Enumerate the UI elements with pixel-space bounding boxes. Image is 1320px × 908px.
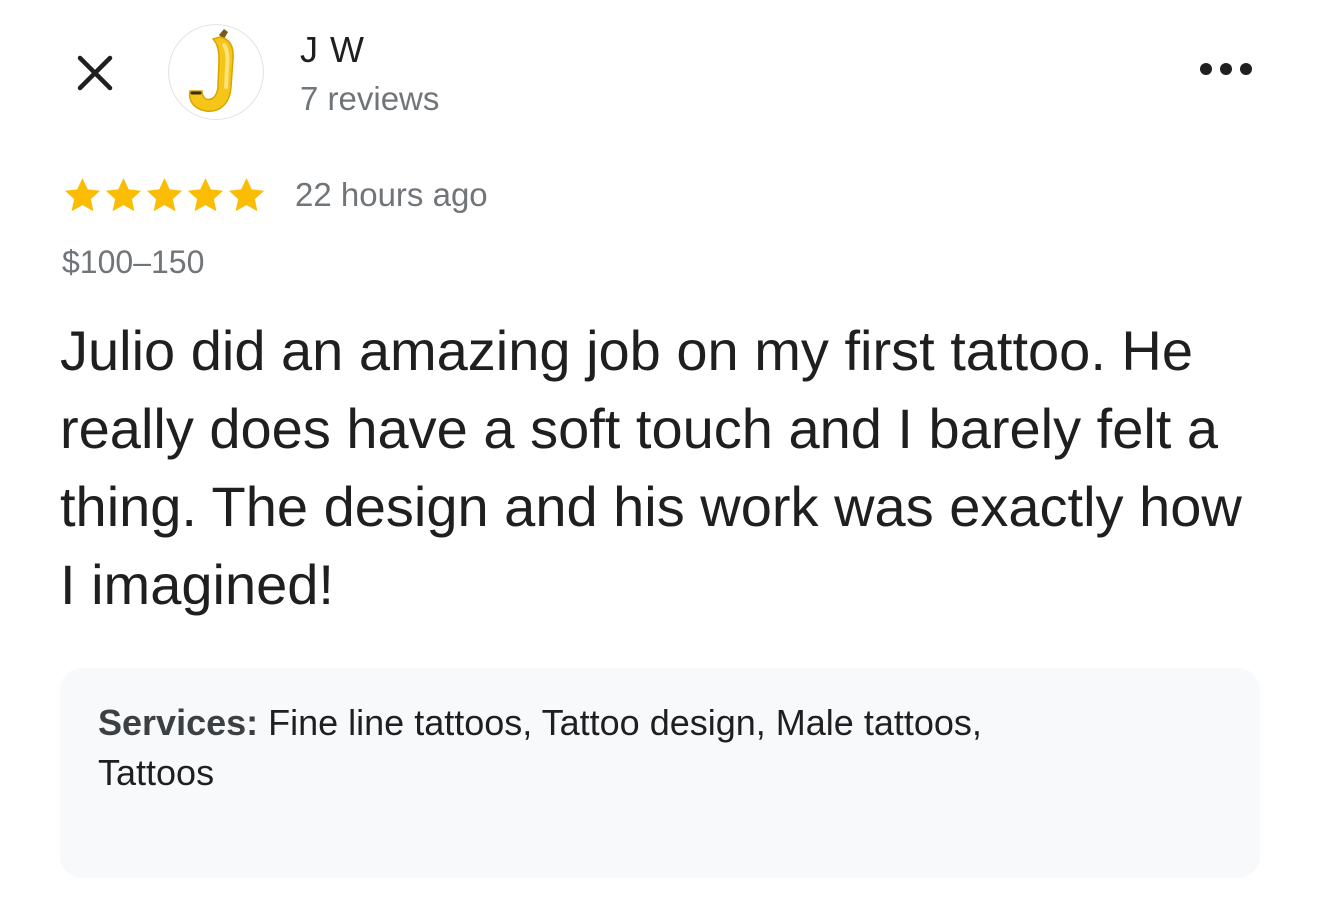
star-rating <box>62 175 267 216</box>
more-horizontal-icon <box>1199 62 1253 81</box>
banana-letter-j-avatar-icon <box>188 29 234 112</box>
services-box: Services: Fine line tattoos, Tattoo desi… <box>60 668 1260 878</box>
price-range: $100–150 <box>62 244 205 280</box>
star-icon <box>146 177 183 211</box>
services-label: Services: <box>98 702 259 743</box>
review-time: 22 hours ago <box>295 176 488 213</box>
avatar[interactable] <box>168 24 264 120</box>
star-icon <box>228 177 265 211</box>
close-button[interactable] <box>70 50 120 100</box>
services-text: Services: Fine line tattoos, Tattoo desi… <box>98 698 1028 798</box>
star-icon <box>187 177 224 211</box>
close-icon <box>74 52 116 99</box>
star-icon <box>105 177 142 211</box>
star-icon <box>64 177 101 211</box>
author-review-count: 7 reviews <box>300 80 440 117</box>
more-options-button[interactable] <box>1196 56 1256 86</box>
author-name[interactable]: J W <box>300 30 365 70</box>
review-text: Julio did an amazing job on my first tat… <box>60 319 1242 616</box>
rating-row: 22 hours ago <box>62 170 488 220</box>
